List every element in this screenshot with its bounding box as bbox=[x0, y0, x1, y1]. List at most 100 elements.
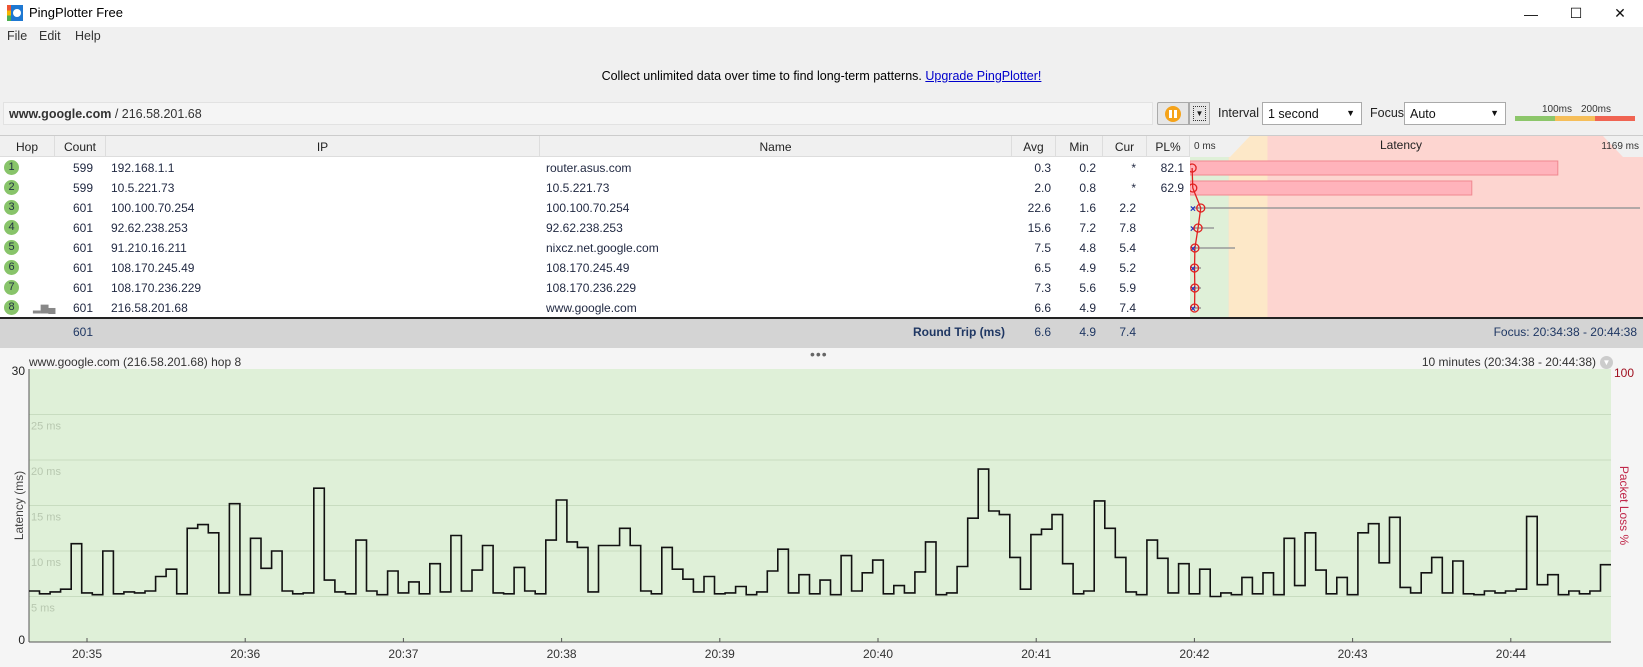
hop-avg: 6.5 bbox=[1034, 261, 1051, 275]
col-header-name[interactable]: Name bbox=[540, 136, 1012, 157]
pause-button[interactable] bbox=[1157, 102, 1189, 125]
minimize-button[interactable]: — bbox=[1508, 0, 1554, 27]
focus-value: Auto bbox=[1410, 107, 1436, 121]
hop-count: 601 bbox=[72, 261, 93, 275]
hop-count: 601 bbox=[72, 201, 93, 215]
menu-file[interactable]: File bbox=[7, 29, 27, 43]
x-tick-label: 20:42 bbox=[1179, 647, 1209, 661]
hop-row[interactable]: 6 601 108.170.245.49 108.170.245.49 6.5 4.9 5.… bbox=[0, 258, 1190, 278]
focus-label: Focus bbox=[1370, 106, 1405, 120]
hop-pl: 62.9 bbox=[1160, 181, 1184, 195]
packet-loss-bar bbox=[1189, 160, 1559, 176]
hop-cur: 7.8 bbox=[1119, 221, 1136, 235]
col-header-min[interactable]: Min bbox=[1056, 136, 1103, 157]
hop-number-badge: 5 bbox=[4, 240, 19, 255]
col-header-count[interactable]: Count bbox=[55, 136, 106, 157]
y2-axis-max-label: 100 bbox=[1614, 366, 1634, 380]
legend-100ms-label: 100ms bbox=[1542, 104, 1573, 115]
hop-ip: 108.170.245.49 bbox=[111, 261, 195, 275]
x-tick-label: 20:40 bbox=[863, 647, 893, 661]
hop-min: 4.8 bbox=[1079, 241, 1096, 255]
title-bar: PingPlotter Free — ☐ ✕ bbox=[0, 0, 1643, 27]
hop-min: 4.9 bbox=[1079, 261, 1096, 275]
y2-axis-title: Packet Loss % bbox=[1617, 466, 1631, 546]
hop-pl bbox=[1147, 218, 1184, 238]
focus-select[interactable]: Auto ▼ bbox=[1404, 102, 1506, 125]
menu-help[interactable]: Help bbox=[75, 29, 101, 43]
y-axis-max-label: 30 bbox=[12, 364, 26, 378]
hop-cur: * bbox=[1131, 161, 1136, 175]
chevron-down-icon[interactable]: ▼ bbox=[1600, 356, 1613, 369]
hop-pl bbox=[1147, 258, 1184, 278]
hop-pl bbox=[1147, 238, 1184, 258]
hop-table: Hop Count IP Name Avg Min Cur PL% × × × × × ×… bbox=[0, 135, 1643, 318]
hop-name: nixcz.net.google.com bbox=[546, 241, 659, 255]
pause-options-dropdown[interactable]: ▼ bbox=[1189, 102, 1210, 125]
hop-number-badge: 3 bbox=[4, 200, 19, 215]
latency-min-label: 0 ms bbox=[1194, 141, 1216, 152]
chevron-down-icon: ▼ bbox=[1192, 106, 1207, 121]
hop-row[interactable]: 4 601 92.62.238.253 92.62.238.253 15.6 7.2 7.8 bbox=[0, 218, 1190, 238]
hop-number-badge: 1 bbox=[4, 160, 19, 175]
interval-select[interactable]: 1 second ▼ bbox=[1262, 102, 1362, 125]
latency-graph: ×××××× bbox=[1187, 136, 1643, 318]
col-header-latency[interactable]: Latency bbox=[1380, 138, 1422, 152]
gridline-label: 15 ms bbox=[31, 512, 61, 524]
y-axis-title: Latency (ms) bbox=[12, 471, 26, 540]
chevron-down-icon: ▼ bbox=[1346, 108, 1355, 118]
col-header-avg[interactable]: Avg bbox=[1012, 136, 1056, 157]
hop-ip: 216.58.201.68 bbox=[111, 301, 188, 315]
interval-label: Interval bbox=[1218, 106, 1259, 120]
legend-200ms-label: 200ms bbox=[1581, 104, 1612, 115]
summary-label: Round Trip (ms) bbox=[913, 325, 1005, 339]
upgrade-link[interactable]: Upgrade PingPlotter! bbox=[925, 69, 1041, 83]
hop-name: 10.5.221.73 bbox=[546, 181, 610, 195]
maximize-button[interactable]: ☐ bbox=[1553, 0, 1599, 27]
hop-row[interactable]: 7 601 108.170.236.229 108.170.236.229 7.3 5.6… bbox=[0, 278, 1190, 298]
hop-avg: 7.5 bbox=[1034, 241, 1051, 255]
hop-row[interactable]: 8 601 216.58.201.68 www.google.com 6.6 4.9 7.4… bbox=[0, 298, 1190, 318]
x-tick-label: 20:38 bbox=[547, 647, 577, 661]
interval-value: 1 second bbox=[1268, 107, 1319, 121]
hop-ip: 108.170.236.229 bbox=[111, 281, 202, 295]
hop-cur: 5.9 bbox=[1119, 281, 1136, 295]
splitter-handle[interactable]: ••• bbox=[810, 346, 828, 362]
target-host: www.google.com bbox=[9, 107, 112, 121]
min-latency-marker: × bbox=[1190, 204, 1196, 215]
close-button[interactable]: ✕ bbox=[1597, 0, 1643, 27]
hop-row[interactable]: 1 599 192.168.1.1 router.asus.com 0.3 0.2 * 82.… bbox=[0, 158, 1190, 178]
hop-count: 601 bbox=[72, 301, 93, 315]
col-header-cur[interactable]: Cur bbox=[1103, 136, 1147, 157]
hop-name: 100.100.70.254 bbox=[546, 201, 630, 215]
hop-row[interactable]: 3 601 100.100.70.254 100.100.70.254 22.6 1.6 2… bbox=[0, 198, 1190, 218]
hop-number-badge: 4 bbox=[4, 220, 19, 235]
hop-avg: 0.3 bbox=[1034, 161, 1051, 175]
hop-number-badge: 6 bbox=[4, 260, 19, 275]
hop-row[interactable]: 2 599 10.5.221.73 10.5.221.73 2.0 0.8 * 62.9 bbox=[0, 178, 1190, 198]
gridline-label: 5 ms bbox=[31, 603, 55, 615]
target-address-bar[interactable]: www.google.com / 216.58.201.68 bbox=[3, 102, 1153, 125]
hop-row[interactable]: 5 601 91.210.16.211 nixcz.net.google.com 7.5… bbox=[0, 238, 1190, 258]
hop-number-badge: 8 bbox=[4, 300, 19, 315]
hop-name: router.asus.com bbox=[546, 161, 632, 175]
hop-cur: 7.4 bbox=[1119, 301, 1136, 315]
hop-pl bbox=[1147, 298, 1184, 318]
col-header-pl[interactable]: PL% bbox=[1147, 136, 1190, 157]
menu-edit[interactable]: Edit bbox=[39, 29, 61, 43]
hop-ip: 192.168.1.1 bbox=[111, 161, 175, 175]
hop-pl: 82.1 bbox=[1160, 161, 1184, 175]
hop-pl bbox=[1147, 198, 1184, 218]
chart-title: www.google.com (216.58.201.68) hop 8 bbox=[29, 355, 242, 369]
time-range-label[interactable]: 10 minutes (20:34:38 - 20:44:38) bbox=[1300, 355, 1596, 369]
hop-ip: 92.62.238.253 bbox=[111, 221, 188, 235]
packet-loss-bar bbox=[1189, 180, 1473, 196]
hop-cur: 5.4 bbox=[1119, 241, 1136, 255]
graph-icon[interactable]: ▂▆▄ bbox=[33, 303, 55, 314]
x-tick-label: 20:35 bbox=[72, 647, 102, 661]
gridline-label: 20 ms bbox=[31, 466, 61, 478]
hop-cur: 2.2 bbox=[1119, 201, 1136, 215]
col-header-ip[interactable]: IP bbox=[106, 136, 540, 157]
summary-min: 4.9 bbox=[1079, 325, 1096, 339]
col-header-hop[interactable]: Hop bbox=[0, 136, 55, 157]
hop-count: 601 bbox=[72, 241, 93, 255]
